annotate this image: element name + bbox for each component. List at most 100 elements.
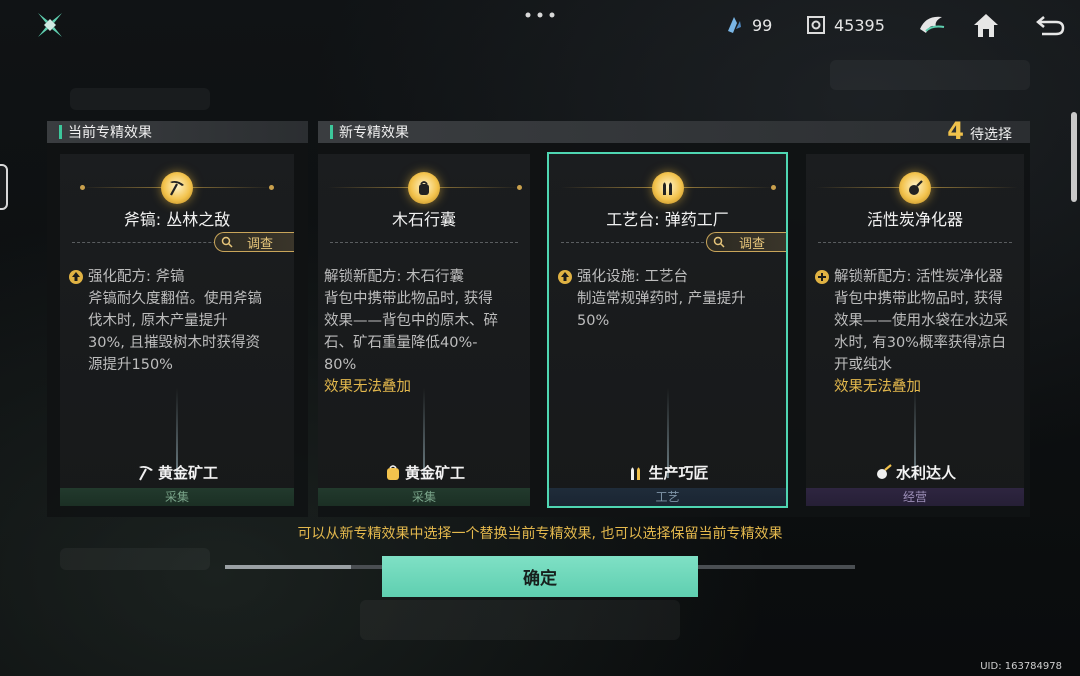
decor-line bbox=[926, 187, 1018, 188]
upgrade-icon bbox=[69, 270, 83, 284]
uid-label: UID: 163784978 bbox=[980, 661, 1062, 672]
description-line: 80% bbox=[324, 357, 357, 373]
confirm-button[interactable]: 确定 bbox=[382, 556, 698, 597]
background-shape bbox=[60, 548, 210, 570]
skill-name: 水利达人 bbox=[895, 463, 956, 482]
decor-dot bbox=[771, 185, 776, 190]
decor-line bbox=[816, 187, 908, 188]
decor-line bbox=[180, 187, 272, 188]
ammo-icon bbox=[651, 172, 684, 204]
description-line: 伐木时, 原木产量提升 bbox=[88, 313, 228, 329]
card-description: 解锁新配方: 活性炭净化器 背包中携带此物品时, 获得 效果——使用水袋在水边采… bbox=[814, 266, 1024, 398]
current-panel-header: 当前专精效果 bbox=[47, 121, 308, 143]
pickaxe-icon bbox=[161, 172, 193, 204]
side-drawer-tab[interactable] bbox=[0, 164, 8, 210]
decor-line bbox=[561, 187, 653, 188]
description-line: 源提升150% bbox=[88, 357, 173, 373]
investigate-label: 调查 bbox=[247, 236, 274, 252]
description-line: 50% bbox=[577, 313, 610, 329]
description-line: 强化设施: 工艺台 bbox=[577, 269, 688, 285]
effect-card-current[interactable]: 斧镐: 丛林之敌 调查 强化配方: 斧镐 斧镐耐久度翻倍。使用斧镐 伐木时, 原… bbox=[60, 154, 294, 506]
purifier-icon bbox=[876, 464, 892, 479]
no-stack-warning: 效果无法叠加 bbox=[324, 379, 411, 395]
card-title: 活性炭净化器 bbox=[866, 210, 963, 229]
description-line: 水时, 有30%概率获得凉白 bbox=[834, 335, 1006, 351]
effect-card-option[interactable]: 木石行囊 解锁新配方: 木石行囊 背包中携带此物品时, 获得 效果——背包中的原… bbox=[318, 154, 530, 506]
skill-tag: 黄金矿工 bbox=[60, 460, 294, 484]
ammo-icon bbox=[631, 467, 641, 480]
game-logo-icon[interactable] bbox=[36, 11, 64, 39]
new-panel-title: 新专精效果 bbox=[339, 125, 409, 141]
card-title: 木石行囊 bbox=[391, 210, 456, 229]
description-line: 30%, 且摧毁树木时获得资 bbox=[88, 335, 260, 351]
card-title: 斧镐: 丛林之敌 bbox=[123, 210, 231, 229]
description-line: 开或纯水 bbox=[834, 357, 892, 373]
progress-fill bbox=[225, 565, 351, 569]
card-title: 工艺台: 弹药工厂 bbox=[606, 210, 729, 229]
card-description: 解锁新配方: 木石行囊 背包中携带此物品时, 获得 效果——背包中的原木、碎 石… bbox=[324, 266, 524, 398]
description-line: 解锁新配方: 活性炭净化器 bbox=[834, 269, 1003, 285]
category-label: 工艺 bbox=[549, 488, 786, 506]
resource-counter-shards[interactable]: 99 bbox=[724, 14, 772, 36]
resource-shards-value: 99 bbox=[752, 15, 773, 35]
description-line: 效果——使用水袋在水边采 bbox=[834, 313, 1008, 329]
card-divider bbox=[330, 242, 518, 243]
header-accent-bar bbox=[330, 125, 333, 139]
background-shape bbox=[830, 60, 1030, 90]
description-line: 斧镐耐久度翻倍。使用斧镐 bbox=[88, 291, 262, 307]
backpack-icon bbox=[386, 465, 399, 480]
skill-tag: 水利达人 bbox=[806, 460, 1024, 484]
new-panel-header: 新专精效果 bbox=[318, 121, 1030, 143]
card-description: 强化配方: 斧镐 斧镐耐久度翻倍。使用斧镐 伐木时, 原木产量提升 30%, 且… bbox=[68, 266, 288, 376]
investigate-label: 调查 bbox=[739, 236, 766, 252]
current-panel-title: 当前专精效果 bbox=[68, 125, 152, 141]
investigate-button[interactable]: 调查 bbox=[706, 232, 786, 252]
description-line: 背包中携带此物品时, 获得 bbox=[834, 291, 1003, 307]
description-line: 解锁新配方: 木石行囊 bbox=[324, 269, 464, 285]
investigate-button[interactable]: 调查 bbox=[214, 232, 294, 252]
faction-emblem-icon[interactable] bbox=[916, 9, 948, 41]
description-line: 效果——背包中的原木、碎 bbox=[324, 313, 498, 329]
decor-line bbox=[328, 187, 420, 188]
skill-name: 黄金矿工 bbox=[157, 463, 218, 482]
home-icon[interactable] bbox=[970, 9, 1002, 41]
card-description: 强化设施: 工艺台 制造常规弹药时, 产量提升 50% bbox=[557, 266, 780, 332]
upgrade-icon bbox=[558, 270, 572, 284]
card-divider bbox=[818, 242, 1012, 243]
category-label: 采集 bbox=[60, 488, 294, 506]
decor-dot bbox=[269, 185, 274, 190]
skill-name: 生产巧匠 bbox=[648, 463, 709, 482]
skill-tag: 生产巧匠 bbox=[549, 460, 786, 484]
top-bar: 99 45395 bbox=[0, 0, 1080, 48]
search-icon bbox=[221, 236, 233, 248]
back-icon[interactable] bbox=[1034, 9, 1066, 41]
unlock-icon bbox=[815, 270, 829, 284]
shard-icon bbox=[728, 17, 741, 33]
scrollbar[interactable] bbox=[1071, 112, 1077, 202]
effect-card-option[interactable]: 活性炭净化器 解锁新配方: 活性炭净化器 背包中携带此物品时, 获得 效果——使… bbox=[806, 154, 1024, 506]
decor-line bbox=[682, 187, 774, 188]
resource-parts-value: 45395 bbox=[834, 15, 885, 35]
more-options-icon[interactable] bbox=[520, 8, 560, 22]
skill-name: 黄金矿工 bbox=[404, 463, 465, 482]
background-shape bbox=[70, 88, 210, 110]
effect-card-option-selected[interactable]: 工艺台: 弹药工厂 调查 强化设施: 工艺台 制造常规弹药时, 产量提升 50%… bbox=[547, 152, 788, 508]
pending-label: 待选择 bbox=[970, 127, 1012, 143]
purifier-icon bbox=[899, 172, 931, 204]
description-line: 制造常规弹药时, 产量提升 bbox=[577, 291, 746, 307]
gear-box-icon bbox=[807, 16, 825, 34]
search-icon bbox=[713, 236, 725, 248]
category-label: 采集 bbox=[318, 488, 530, 506]
decor-dot bbox=[517, 185, 522, 190]
description-line: 强化配方: 斧镐 bbox=[88, 269, 185, 285]
backpack-icon bbox=[408, 172, 440, 204]
pickaxe-icon bbox=[138, 466, 153, 481]
pending-count: 4 bbox=[947, 117, 964, 145]
decor-line bbox=[428, 187, 520, 188]
category-label: 经营 bbox=[806, 488, 1024, 506]
resource-counter-parts[interactable]: 45395 bbox=[806, 14, 885, 36]
description-line: 石、矿石重量降低40%- bbox=[324, 335, 478, 351]
background-shape bbox=[360, 600, 680, 640]
decor-dot bbox=[80, 185, 85, 190]
pending-selection: 4 待选择 bbox=[947, 117, 1012, 145]
